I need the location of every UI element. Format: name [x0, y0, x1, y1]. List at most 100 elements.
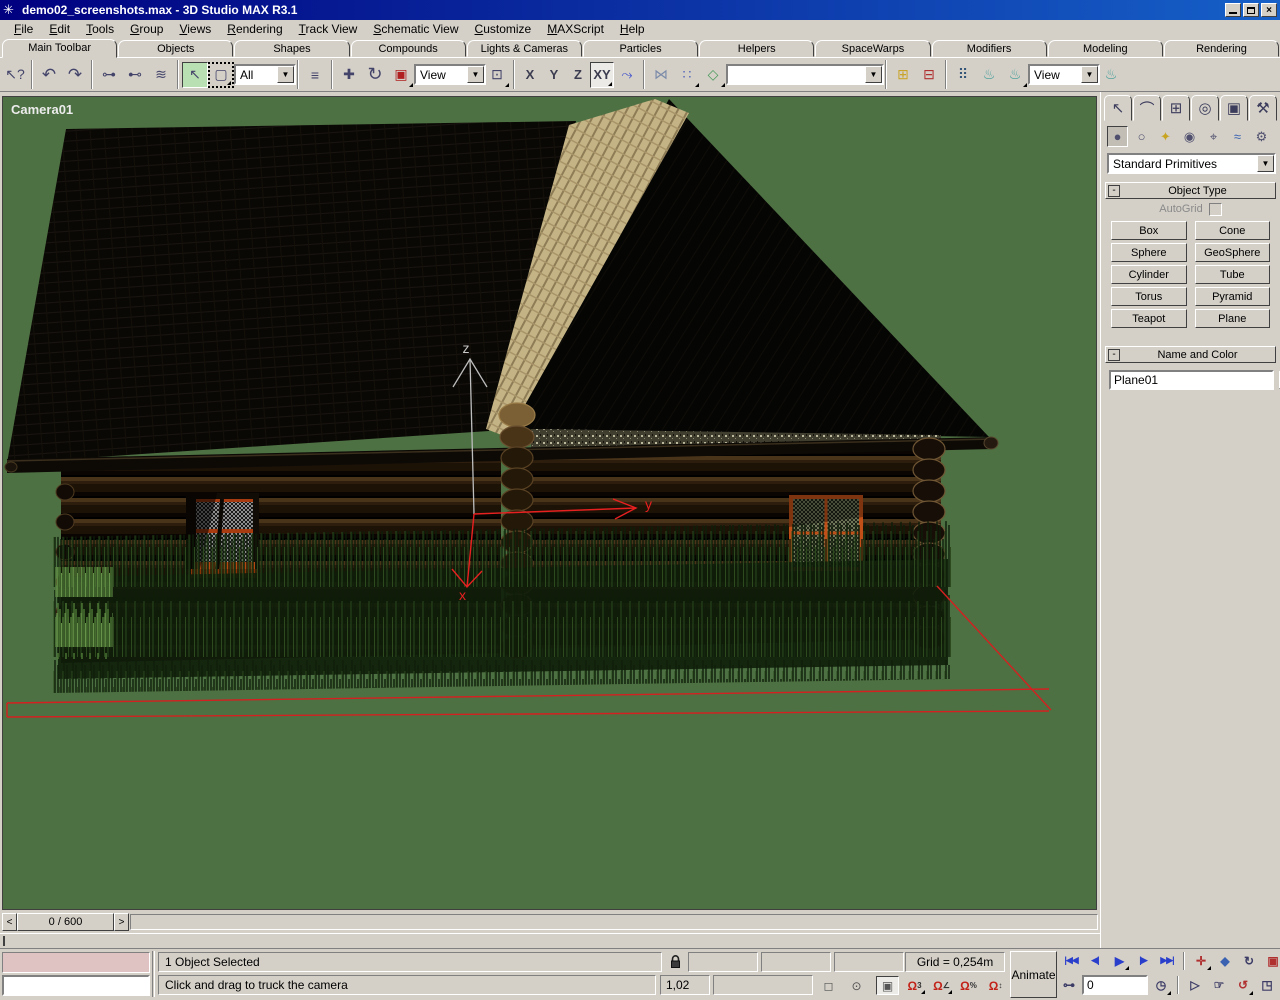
select-object-icon[interactable]: ↖ — [182, 62, 208, 88]
tab-particles[interactable]: Particles — [583, 40, 698, 57]
zoom-extents-icon[interactable]: ◆ — [1214, 950, 1236, 971]
key-mode-toggle-icon[interactable]: ⊶ — [1058, 975, 1080, 996]
time-slider-thumb[interactable]: 0 / 600 — [17, 913, 114, 931]
add-time-tag-field[interactable] — [713, 975, 813, 995]
orbit-camera-icon[interactable]: ↺ — [1232, 975, 1254, 996]
sphere-button[interactable]: Sphere — [1111, 243, 1187, 262]
category-geometry-icon[interactable]: ● — [1107, 126, 1128, 147]
minimize-button[interactable] — [1225, 3, 1241, 17]
go-to-start-button[interactable]: |◀◀ — [1060, 950, 1082, 971]
unlink-selection-icon[interactable]: ⊷ — [122, 62, 148, 88]
tab-lights-cameras[interactable]: Lights & Cameras — [467, 40, 582, 57]
selection-filter-dropdown[interactable]: All ▼ — [234, 64, 294, 85]
help-mode-icon[interactable]: ↖? — [2, 62, 28, 88]
use-pivot-point-center-icon[interactable]: ⊡ — [484, 62, 510, 88]
category-spacewarps-icon[interactable]: ≈ — [1227, 126, 1248, 147]
menu-track-view[interactable]: Track View — [291, 21, 366, 37]
chevron-down-icon[interactable]: ▼ — [277, 66, 294, 83]
open-track-view-icon[interactable]: ⊞ — [890, 62, 916, 88]
isolate-selection-icon[interactable]: ◻ — [817, 976, 840, 995]
rectangular-selection-region-icon[interactable]: ▢ — [208, 62, 234, 88]
select-and-rotate-icon[interactable]: ↻ — [362, 62, 388, 88]
object-type-header[interactable]: - Object Type — [1105, 182, 1276, 199]
spinner-snap-toggle-icon[interactable]: Ω↕ — [984, 976, 1007, 995]
array-icon[interactable]: ∷ — [674, 62, 700, 88]
tab-motion[interactable]: ◎ — [1191, 95, 1219, 121]
named-selection-sets-dropdown[interactable]: ▼ — [726, 64, 882, 85]
tab-spacewarps[interactable]: SpaceWarps — [815, 40, 930, 57]
tab-modify[interactable]: ⌒ — [1133, 95, 1161, 121]
previous-frame-button[interactable]: ◀| — [1084, 950, 1106, 971]
align-icon[interactable]: ◇ — [700, 62, 726, 88]
truck-camera-icon[interactable]: ☞ — [1208, 975, 1230, 996]
tab-utilities[interactable]: ⚒ — [1249, 95, 1277, 121]
menu-maxscript[interactable]: MAXScript — [539, 21, 612, 37]
tab-shapes[interactable]: Shapes — [234, 40, 349, 57]
menu-rendering[interactable]: Rendering — [219, 21, 290, 37]
chevron-down-icon[interactable]: ▼ — [865, 66, 882, 83]
open-schematic-view-icon[interactable]: ⊟ — [916, 62, 942, 88]
collapse-icon[interactable]: - — [1108, 185, 1120, 197]
window-crossing-toggle-icon[interactable]: ⊙ — [845, 976, 868, 995]
menu-help[interactable]: Help — [612, 21, 653, 37]
current-frame-field[interactable] — [1082, 975, 1148, 995]
menu-file[interactable]: File — [6, 21, 41, 37]
box-button[interactable]: Box — [1111, 221, 1187, 240]
restrict-xy-plane-button[interactable]: XY — [590, 62, 614, 88]
cylinder-button[interactable]: Cylinder — [1111, 265, 1187, 284]
field-of-view-icon[interactable]: ▷ — [1184, 975, 1206, 996]
tab-modifiers[interactable]: Modifiers — [932, 40, 1047, 57]
tab-main-toolbar[interactable]: Main Toolbar — [2, 39, 117, 58]
animate-button[interactable]: Animate — [1010, 951, 1057, 998]
tab-hierarchy[interactable]: ⊞ — [1162, 95, 1190, 121]
category-systems-icon[interactable]: ⚙ — [1251, 126, 1272, 147]
frame-forward-button[interactable]: > — [114, 913, 129, 931]
category-dropdown[interactable]: Standard Primitives ▼ — [1107, 153, 1274, 174]
tube-button[interactable]: Tube — [1195, 265, 1271, 284]
menu-customize[interactable]: Customize — [467, 21, 540, 37]
play-button[interactable]: ▶ — [1108, 950, 1130, 971]
frame-back-button[interactable]: < — [2, 913, 17, 931]
restrict-x-button[interactable]: X — [518, 62, 542, 88]
object-name-input[interactable] — [1109, 370, 1274, 390]
region-zoom-icon[interactable]: ◳ — [1256, 975, 1278, 996]
category-shapes-icon[interactable]: ○ — [1131, 126, 1152, 147]
menu-schematic-view[interactable]: Schematic View — [365, 21, 466, 37]
pyramid-button[interactable]: Pyramid — [1195, 287, 1271, 306]
chevron-down-icon[interactable]: ▼ — [1257, 155, 1274, 172]
camera-viewport[interactable]: z y x Camera01 — [2, 96, 1097, 910]
material-editor-icon[interactable]: ⠿ — [950, 62, 976, 88]
name-color-header[interactable]: - Name and Color — [1105, 346, 1276, 363]
close-button[interactable]: × — [1261, 3, 1277, 17]
tab-modeling[interactable]: Modeling — [1048, 40, 1163, 57]
tab-helpers[interactable]: Helpers — [699, 40, 814, 57]
roll-camera-icon[interactable]: ↻ — [1238, 950, 1260, 971]
angle-snap-toggle-icon[interactable]: Ω∠ — [930, 976, 953, 995]
geosphere-button[interactable]: GeoSphere — [1195, 243, 1271, 262]
menu-views[interactable]: Views — [171, 21, 219, 37]
category-helpers-icon[interactable]: ⌖ — [1203, 126, 1224, 147]
undo-icon[interactable]: ↶ — [36, 62, 62, 88]
time-slider-track[interactable] — [130, 914, 1098, 930]
tab-create[interactable]: ↖ — [1104, 95, 1132, 121]
next-frame-button[interactable]: |▶ — [1132, 950, 1154, 971]
restrict-z-button[interactable]: Z — [566, 62, 590, 88]
degradation-override-icon[interactable]: ▣ — [876, 976, 899, 995]
tab-rendering[interactable]: Rendering — [1164, 40, 1279, 57]
maxscript-mini-listener-pink[interactable] — [2, 952, 150, 973]
selection-lock-toggle[interactable] — [666, 952, 684, 972]
category-lights-icon[interactable]: ✦ — [1155, 126, 1176, 147]
autogrid-checkbox[interactable] — [1209, 203, 1222, 216]
render-last-icon[interactable]: ♨ — [1098, 62, 1124, 88]
tab-compounds[interactable]: Compounds — [351, 40, 466, 57]
min-max-toggle-icon[interactable]: ▣ — [1262, 950, 1280, 971]
select-and-link-icon[interactable]: ⊶ — [96, 62, 122, 88]
torus-button[interactable]: Torus — [1111, 287, 1187, 306]
tab-objects[interactable]: Objects — [118, 40, 233, 57]
snap-toggle-3d-icon[interactable]: Ω3 — [903, 976, 926, 995]
quick-render-icon[interactable]: ♨ — [1002, 62, 1028, 88]
mirror-icon[interactable]: ⋈ — [648, 62, 674, 88]
redo-icon[interactable]: ↷ — [62, 62, 88, 88]
restrict-y-button[interactable]: Y — [542, 62, 566, 88]
chevron-down-icon[interactable]: ▼ — [1081, 66, 1098, 83]
